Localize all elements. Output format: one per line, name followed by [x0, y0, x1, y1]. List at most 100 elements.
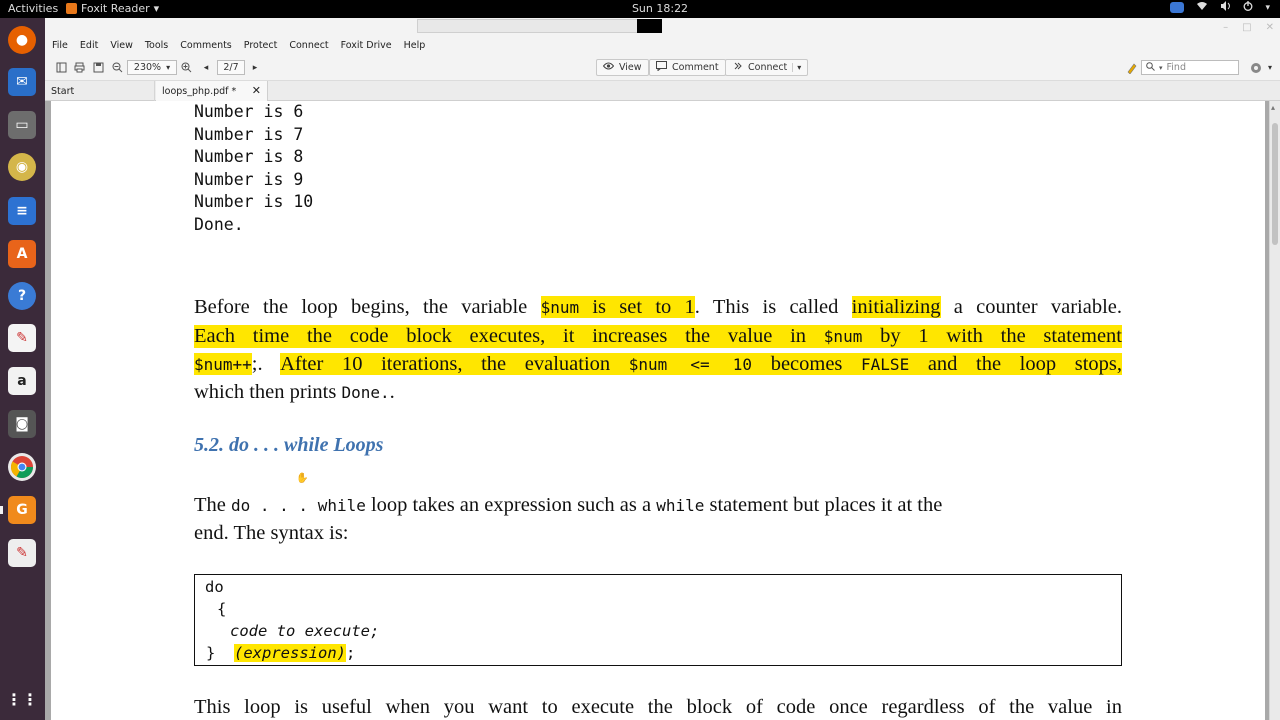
code-run: while: [656, 496, 705, 515]
code-line: do: [205, 578, 224, 596]
close-tab-icon[interactable]: ✕: [252, 84, 261, 97]
menu-edit[interactable]: Edit: [80, 40, 98, 51]
paragraph-line: $num++;. After 10 iterations, the evalua…: [194, 353, 1123, 376]
menu-tools[interactable]: Tools: [145, 40, 168, 51]
text-run: is set to 1: [579, 296, 695, 318]
print-icon[interactable]: [72, 60, 86, 75]
text-run: The: [194, 494, 231, 516]
amazon-icon[interactable]: a: [8, 367, 36, 395]
syntax-code-box: do { code to execute; } (expression);: [194, 574, 1122, 666]
highlighted-code: (expression): [234, 644, 346, 662]
chevron-down-icon: ▾: [166, 63, 171, 72]
save-icon[interactable]: [91, 60, 105, 75]
pdf-editor-icon[interactable]: ✎: [8, 324, 36, 352]
tab-start[interactable]: Start: [45, 81, 155, 101]
help-icon[interactable]: ?: [8, 282, 36, 310]
search-icon: [1146, 61, 1155, 74]
system-tray[interactable]: ▾: [1170, 1, 1270, 14]
app-menu[interactable]: Foxit Reader ▾: [66, 2, 159, 15]
volume-icon: [1220, 1, 1231, 14]
settings-icon[interactable]: [1249, 60, 1263, 75]
writer-icon[interactable]: ≡: [8, 197, 36, 225]
page-number-field[interactable]: 2/7: [217, 60, 245, 75]
foxit-toolbar: 230% ▾ ◂ 2/7 ▸ View Comment Connect ▾ ▾ …: [45, 55, 1280, 81]
tab-loops-php-pdf[interactable]: loops_php.pdf * ✕: [156, 81, 268, 101]
rhythmbox-icon[interactable]: ◉: [8, 153, 36, 181]
chevron-down-icon[interactable]: ▾: [1263, 60, 1277, 75]
paragraph-line: end. The syntax is:: [194, 522, 349, 544]
text-editor-icon[interactable]: ✎: [8, 539, 36, 567]
code-line: {: [217, 600, 227, 618]
wifi-icon: [1196, 1, 1208, 14]
close-icon[interactable]: ✕: [1266, 22, 1274, 33]
menu-connect[interactable]: Connect: [289, 40, 328, 51]
minimize-icon[interactable]: –: [1223, 22, 1228, 33]
text-run: statement but places it at the: [704, 494, 943, 516]
thunderbird-icon[interactable]: ✉: [8, 68, 36, 96]
menu-view[interactable]: View: [110, 40, 133, 51]
text-run: becomes: [752, 353, 862, 375]
comment-icon: [656, 61, 667, 74]
zoom-value: 230%: [133, 62, 162, 73]
hand-cursor-icon: ✋: [296, 473, 309, 484]
paragraph-line: Before the loop begins, the variable $nu…: [194, 296, 1122, 319]
connect-icon: [732, 61, 743, 74]
text-run: which then prints: [194, 381, 342, 403]
launcher-dock: ● ✉ ▭ ◉ ≡ A ? ✎ a ◙ G ✎ ⋮⋮: [0, 18, 45, 720]
chrome-icon[interactable]: [8, 453, 36, 481]
vertical-scrollbar[interactable]: ▴: [1269, 101, 1280, 720]
eye-icon: [602, 62, 615, 73]
activities-button[interactable]: Activities: [8, 2, 58, 15]
software-center-icon[interactable]: A: [8, 240, 36, 268]
single-page-icon[interactable]: [54, 60, 68, 75]
menu-help[interactable]: Help: [404, 40, 426, 51]
scrollbar-thumb[interactable]: [1272, 123, 1278, 245]
output-line: Number is 6: [194, 102, 304, 121]
text-run: Before the loop begins, the variable: [194, 296, 541, 318]
system-top-bar: Activities Foxit Reader ▾ Sun 18:22 ▾: [0, 0, 1280, 18]
paragraph-line: which then prints Done..: [194, 381, 395, 404]
tab-doc-label: loops_php.pdf *: [162, 85, 237, 97]
comment-button[interactable]: Comment: [649, 59, 726, 76]
zoom-out-icon[interactable]: [110, 60, 124, 75]
menu-foxit-drive[interactable]: Foxit Drive: [341, 40, 392, 51]
screenshot-icon[interactable]: ◙: [8, 410, 36, 438]
text-run: . This is called: [694, 296, 852, 318]
firefox-icon[interactable]: ●: [8, 26, 36, 54]
active-indicator: [0, 506, 3, 514]
foxit-reader-icon[interactable]: G: [8, 496, 36, 524]
scroll-up-icon[interactable]: ▴: [1271, 103, 1275, 112]
code-run: do . . . while: [231, 496, 366, 515]
next-page-icon[interactable]: ▸: [248, 60, 262, 75]
text-run: a counter variable.: [940, 296, 1122, 318]
output-line: Number is 7: [194, 125, 304, 144]
chevron-down-icon: ▾: [153, 2, 160, 15]
text-run: .: [389, 381, 395, 403]
tab-start-label: Start: [51, 85, 75, 97]
clock[interactable]: Sun 18:22: [620, 2, 700, 15]
output-line: Number is 8: [194, 147, 304, 166]
menu-file[interactable]: File: [52, 40, 68, 51]
paragraph-line: The do . . . while loop takes an express…: [194, 494, 942, 517]
code-run: $num: [823, 327, 863, 346]
highlight-tool-icon[interactable]: [1125, 60, 1139, 75]
view-button[interactable]: View: [596, 59, 649, 76]
zoom-select[interactable]: 230% ▾: [127, 60, 177, 75]
document-viewport[interactable]: Number is 6 Number is 7 Number is 8 Numb…: [45, 101, 1269, 720]
foxit-menubar: File Edit View Tools Comments Protect Co…: [45, 18, 1280, 55]
menu-protect[interactable]: Protect: [244, 40, 278, 51]
maximize-icon[interactable]: □: [1242, 22, 1251, 33]
find-input[interactable]: ▾ Find: [1141, 60, 1239, 75]
code-run: FALSE: [861, 355, 910, 374]
previous-page-icon[interactable]: ◂: [199, 60, 213, 75]
find-placeholder: Find: [1166, 62, 1186, 73]
zoom-in-icon[interactable]: [179, 60, 193, 75]
screen-recorder-icon[interactable]: [1170, 2, 1185, 13]
text-run: Each time the code block executes, it in…: [194, 325, 824, 347]
connect-button[interactable]: Connect ▾: [725, 59, 809, 76]
show-applications-icon[interactable]: ⋮⋮: [6, 685, 38, 713]
window-controls: – □ ✕: [1223, 22, 1274, 33]
files-icon[interactable]: ▭: [8, 111, 36, 139]
output-line: Done.: [194, 215, 244, 234]
menu-comments[interactable]: Comments: [180, 40, 232, 51]
